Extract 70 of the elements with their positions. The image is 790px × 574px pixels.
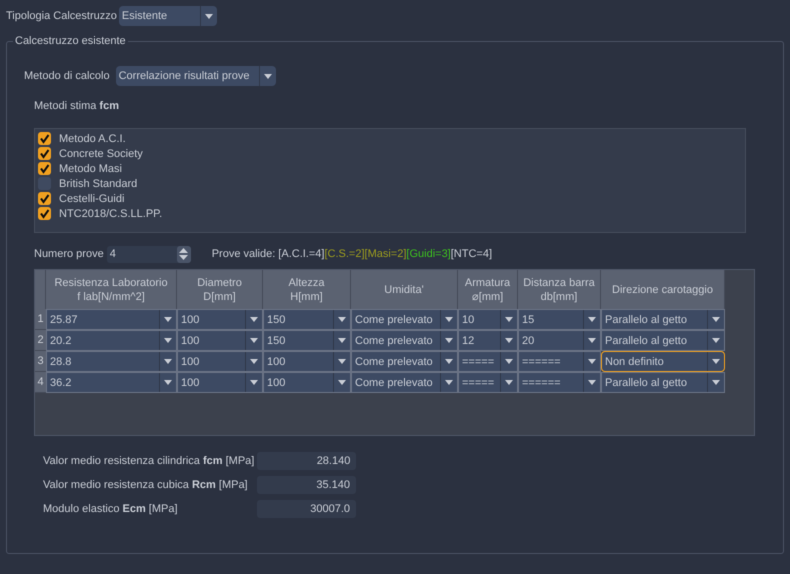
row-number: 1 xyxy=(35,309,46,330)
table-cell[interactable]: Come prelevato xyxy=(351,372,458,393)
checkbox-label: Metodo A.C.I. xyxy=(59,132,126,144)
column-header: Distanza barra db[mm] xyxy=(518,270,601,309)
table-cell[interactable]: 28.8 xyxy=(46,351,177,372)
table-cell[interactable]: Non definito xyxy=(601,351,725,372)
spin-box[interactable]: 4 xyxy=(106,246,191,262)
checkbox-label: Metodo Masi xyxy=(59,162,122,174)
table-cell[interactable]: 150 xyxy=(263,330,351,351)
row-number: 3 xyxy=(35,351,46,372)
section-label: Metodi stima fcm xyxy=(34,100,120,114)
result-label: Modulo elastico Ecm [MPa] xyxy=(43,502,179,514)
table-cell[interactable]: 15 xyxy=(518,309,601,330)
table-cell[interactable]: 100 xyxy=(177,330,263,351)
table-cell[interactable]: 100 xyxy=(263,351,351,372)
checkbox[interactable] xyxy=(38,147,51,160)
table-cell[interactable]: 20.2 xyxy=(46,330,177,351)
test-count: [A.C.I.=4] xyxy=(278,248,324,260)
test-count: [NTC=4] xyxy=(450,248,492,260)
dropdown[interactable]: Correlazione risultati prove xyxy=(116,66,276,86)
table-cell[interactable]: Come prelevato xyxy=(351,330,458,351)
table-cell[interactable]: ====== xyxy=(518,372,601,393)
checkbox-label: Cestelli-Guidi xyxy=(59,192,124,204)
table-cell[interactable]: Come prelevato xyxy=(351,351,458,372)
table-cell[interactable]: 150 xyxy=(263,309,351,330)
table-cell[interactable]: 100 xyxy=(177,309,263,330)
table-cell[interactable]: Come prelevato xyxy=(351,309,458,330)
checkbox[interactable] xyxy=(38,132,51,145)
test-count: [Masi=2] xyxy=(364,248,406,260)
checkbox[interactable] xyxy=(38,207,51,220)
table-cell[interactable]: 100 xyxy=(263,372,351,393)
column-header: Diametro D[mm] xyxy=(177,270,263,309)
test-count: [Guidi=3] xyxy=(406,248,451,260)
column-header: Altezza H[mm] xyxy=(263,270,351,309)
table-cell[interactable]: 25.87 xyxy=(46,309,177,330)
checkbox-label: NTC2018/C.S.LL.PP. xyxy=(59,208,162,220)
column-header: Direzione carotaggio xyxy=(601,270,725,309)
table-cell[interactable]: 20 xyxy=(518,330,601,351)
checkbox[interactable] xyxy=(38,162,51,175)
result-label: Valor medio resistenza cubica Rcm [MPa] xyxy=(43,478,249,490)
column-header: Umidita' xyxy=(351,270,458,309)
table-cell[interactable]: 100 xyxy=(177,351,263,372)
result-field: 35.140 xyxy=(257,476,356,494)
field-label: Prove valide: xyxy=(212,248,276,260)
table-cell[interactable]: Parallelo al getto xyxy=(601,372,725,393)
table-cell[interactable]: ===== xyxy=(458,372,518,393)
result-label: Valor medio resistenza cilindrica fcm [MPa] xyxy=(43,454,256,466)
spin-arrows-icon xyxy=(176,246,191,262)
checkbox[interactable] xyxy=(38,192,51,205)
column-header: Armatura ⌀[mm] xyxy=(458,270,518,309)
table-cell[interactable]: 100 xyxy=(177,372,263,393)
table-cell[interactable]: 12 xyxy=(458,330,518,351)
result-field: 28.140 xyxy=(257,452,356,470)
test-count: [C.S.=2] xyxy=(324,248,365,260)
column-header: Resistenza Laboratorio f lab[N/mm^2] xyxy=(46,270,177,309)
result-field: 30007.0 xyxy=(257,500,356,518)
table-cell[interactable]: Parallelo al getto xyxy=(601,309,725,330)
table-cell[interactable]: 10 xyxy=(458,309,518,330)
checkbox-label: British Standard xyxy=(59,178,138,190)
field-label: Numero prove xyxy=(34,248,104,260)
dropdown[interactable]: Esistente xyxy=(118,6,217,26)
row-number: 4 xyxy=(35,372,46,393)
table-cell[interactable]: ====== xyxy=(518,351,601,372)
field-label: Tipologia Calcestruzzo xyxy=(6,10,117,22)
table-cell[interactable]: 36.2 xyxy=(46,372,177,393)
table-cell[interactable]: ===== xyxy=(458,351,518,372)
row-number: 2 xyxy=(35,330,46,351)
field-label: Metodo di calcolo xyxy=(24,70,110,82)
checkbox-label: Concrete Society xyxy=(59,148,143,160)
table-cell[interactable]: Parallelo al getto xyxy=(601,330,725,351)
